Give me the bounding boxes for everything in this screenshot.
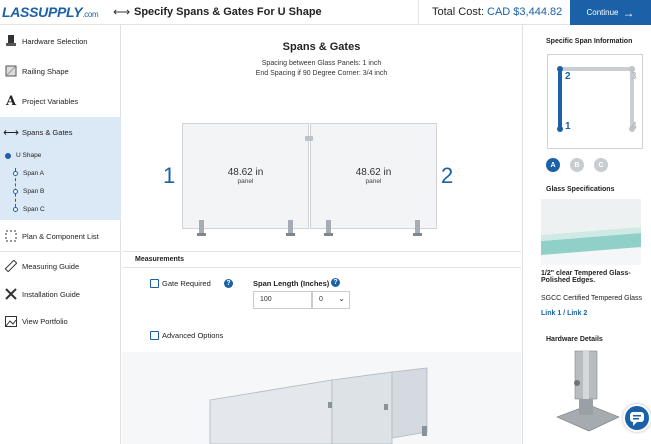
sidebar-item-view-portfolio[interactable]: View Portfolio [0, 306, 121, 336]
measurements-title: Measurements [135, 256, 185, 263]
hardware-icon [0, 35, 22, 47]
image-icon [0, 315, 22, 327]
glass-specs-title: Glass Specifications [546, 186, 615, 193]
link-1[interactable]: Link 1 [541, 310, 561, 317]
submenu-item-span-b[interactable]: Span B [0, 185, 121, 199]
advanced-options-label: Advanced Options [162, 331, 224, 340]
page-title: Specify Spans & Gates For U Shape [134, 6, 322, 18]
total-cost-value: CAD $3,444.82 [487, 6, 563, 18]
railing-shape-icon [0, 65, 22, 77]
circle-icon [13, 171, 18, 176]
span-selector-a[interactable]: A [546, 158, 560, 172]
chat-button[interactable] [623, 404, 651, 432]
corner-number-left: 1 [163, 163, 176, 188]
corner-label: 3 [631, 71, 637, 82]
chat-icon [630, 412, 644, 426]
end-spacing-text: End Spacing if 90 Degree Corner: 3/4 inc… [255, 70, 388, 77]
spans-submenu: U Shape Span A Span B Span C [0, 148, 121, 220]
chevron-down-icon: ⌄ [338, 294, 345, 303]
span-diagram: 2 1 3 4 [547, 54, 643, 149]
gate-hinge [305, 136, 313, 141]
spigot-base [324, 233, 333, 236]
sidebar-item-project-variables[interactable]: A Project Variables [0, 86, 121, 116]
sidebar-item-railing-shape[interactable]: Railing Shape [0, 56, 121, 86]
fraction-select[interactable]: 0 ⌄ [312, 291, 350, 309]
help-icon[interactable]: ? [224, 279, 233, 288]
total-cost: Total Cost: CAD $3,444.82 [432, 6, 563, 18]
font-a-icon: A [5, 93, 17, 109]
span-selector-c[interactable]: C [594, 158, 608, 172]
corner-label: 4 [631, 121, 637, 132]
glass-panel[interactable]: 48.62 in panel [310, 123, 437, 229]
hardware-spigot-image [553, 347, 623, 444]
corner-label: 2 [565, 71, 571, 82]
glass-description: 1/2" clear Tempered Glass-Polished Edges… [541, 270, 631, 284]
panel-unit: panel [237, 178, 254, 185]
right-panel: Specific Span Information 2 1 3 4 A B C … [522, 25, 651, 444]
sidebar-item-hardware-selection[interactable]: Hardware Selection [0, 26, 121, 56]
arrow-right-icon: → [622, 5, 635, 20]
double-arrow-icon: ⟷ [113, 5, 131, 19]
ruler-icon [0, 260, 22, 272]
glass-certification: SGCC Certified Tempered Glass [541, 295, 643, 302]
glass-panel[interactable]: 48.62 in panel [182, 123, 309, 229]
submenu-item-span-c[interactable]: Span C [0, 203, 121, 217]
panel-width: 48.62 in [355, 167, 392, 178]
sidebar: Hardware Selection Railing Shape A Proje… [0, 25, 121, 444]
hardware-details-title: Hardware Details [546, 336, 603, 343]
corner-label: 1 [565, 121, 571, 132]
group-dot-icon [5, 153, 11, 159]
sidebar-item-measuring-guide[interactable]: Measuring Guide [0, 251, 121, 281]
spacing-text: Spacing between Glass Panels: 1 inch [261, 60, 382, 67]
u-shape-diagram [557, 66, 635, 132]
header-divider [418, 0, 419, 25]
double-arrow-icon: ⟷ [3, 127, 19, 139]
top-bar: LASSUPPLY.com ⟷ Specify Spans & Gates Fo… [0, 0, 651, 25]
railing-render [209, 367, 428, 444]
panel-width: 48.62 in [227, 167, 264, 178]
span-length-input[interactable]: 100 [253, 291, 312, 309]
circle-icon [13, 189, 18, 194]
advanced-options-checkbox[interactable] [150, 331, 159, 340]
logo[interactable]: LASSUPPLY.com [2, 4, 99, 20]
sidebar-item-installation-guide[interactable]: Installation Guide [0, 279, 121, 309]
circle-icon [13, 207, 18, 212]
sidebar-item-plan-component-list[interactable]: Plan & Component List [0, 221, 121, 251]
link-2[interactable]: Link 2 [567, 310, 587, 317]
span-selector-b[interactable]: B [570, 158, 584, 172]
gate-required-label: Gate Required [162, 279, 211, 288]
main-content: Spans & Gates Spacing between Glass Pane… [122, 25, 521, 444]
dashed-square-icon [0, 230, 22, 242]
spec-links: Link 1 / Link 2 [541, 310, 588, 317]
glass-sample-image [541, 199, 641, 265]
spigot-base [413, 233, 422, 236]
submenu-item-span-a[interactable]: Span A [0, 167, 121, 181]
panel-unit: panel [365, 178, 382, 185]
section-title: Spans & Gates [282, 41, 361, 53]
section-divider [122, 267, 521, 268]
tools-icon [0, 288, 22, 300]
submenu-group-u-shape[interactable]: U Shape [0, 149, 121, 163]
section-divider [122, 251, 521, 252]
span-info-title: Specific Span Information [546, 38, 633, 45]
span-length-label: Span Length (Inches) [253, 279, 330, 288]
3d-railing-preview [122, 352, 521, 444]
corner-number-right: 2 [441, 163, 454, 188]
help-icon[interactable]: ? [331, 278, 340, 287]
spigot-base [286, 233, 295, 236]
continue-button[interactable]: Continue → [570, 0, 651, 25]
gate-required-checkbox[interactable] [150, 279, 159, 288]
sidebar-item-spans-gates[interactable]: ⟷ Spans & Gates [0, 117, 121, 148]
spigot-base [197, 233, 206, 236]
